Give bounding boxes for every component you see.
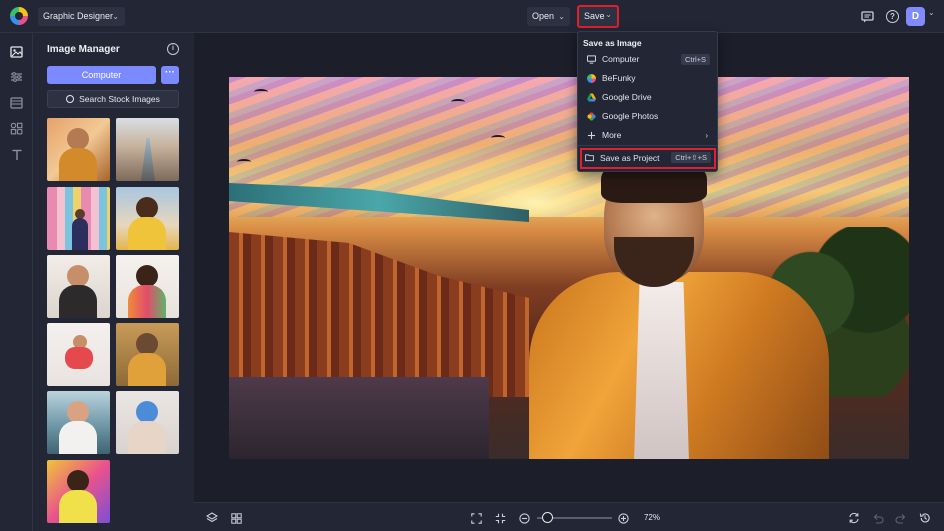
templates-icon[interactable] xyxy=(9,95,24,110)
search-stock-label: Search Stock Images xyxy=(79,94,160,104)
menu-item-label: Google Drive xyxy=(602,92,652,102)
menu-item-label: Google Photos xyxy=(602,111,659,121)
image-thumbnail[interactable] xyxy=(116,255,179,318)
monitor-icon xyxy=(587,55,596,64)
save-to-befunky-item[interactable]: BeFunky xyxy=(582,70,714,87)
image-thumbnail[interactable] xyxy=(116,323,179,386)
image-thumbnail[interactable] xyxy=(47,187,110,250)
fit-screen-icon[interactable] xyxy=(469,511,483,525)
bird xyxy=(491,135,505,141)
user-avatar[interactable]: D xyxy=(906,7,925,26)
image-manager-icon[interactable] xyxy=(9,44,24,59)
menu-item-label: More xyxy=(602,130,622,140)
feedback-icon[interactable] xyxy=(859,8,876,25)
man-tshirt xyxy=(634,282,689,459)
keyboard-shortcut: Ctrl+S xyxy=(680,54,710,65)
google-drive-icon xyxy=(587,93,596,102)
canvas-image[interactable] xyxy=(229,77,909,459)
open-button[interactable]: Open ⌄ xyxy=(527,7,570,26)
tool-rail xyxy=(0,33,33,531)
menu-item-label: Computer xyxy=(602,54,640,64)
image-thumbnail[interactable] xyxy=(116,187,179,250)
canal-water xyxy=(229,377,489,459)
elements-grid-icon[interactable] xyxy=(9,121,24,136)
top-bar: Graphic Designer ⌄ Open ⌄ Save ⌄ ? D ⌄ xyxy=(0,0,944,33)
project-type-dropdown[interactable]: Graphic Designer ⌄ xyxy=(38,7,125,26)
keyboard-shortcut: Ctrl+⇧+S xyxy=(671,152,711,163)
layers-icon[interactable] xyxy=(205,511,219,525)
panel-title: Image Manager xyxy=(47,44,120,55)
actual-size-icon[interactable] xyxy=(493,511,507,525)
save-more-item[interactable]: More › xyxy=(582,127,714,144)
chevron-down-icon: ⌄ xyxy=(605,10,612,19)
folder-icon xyxy=(585,154,594,162)
zoom-slider-handle[interactable] xyxy=(542,512,553,523)
help-icon[interactable]: ? xyxy=(884,8,901,25)
menu-item-label: Save as Project xyxy=(600,153,660,163)
undo-icon[interactable] xyxy=(871,511,885,525)
image-thumbnail[interactable] xyxy=(47,323,110,386)
save-as-project-item[interactable]: Save as Project Ctrl+⇧+S xyxy=(580,148,716,169)
save-as-image-header: Save as Image xyxy=(583,38,642,48)
bird xyxy=(254,89,268,95)
adjust-sliders-icon[interactable] xyxy=(9,69,24,84)
image-thumbnail[interactable] xyxy=(116,118,179,181)
info-icon[interactable]: i xyxy=(167,43,179,55)
redo-icon[interactable] xyxy=(894,511,908,525)
befunky-logo-icon[interactable] xyxy=(10,7,28,25)
grid-view-icon[interactable] xyxy=(229,511,243,525)
befunky-icon xyxy=(587,74,596,83)
save-to-google-photos-item[interactable]: Google Photos xyxy=(582,108,714,125)
menu-item-label: BeFunky xyxy=(602,73,636,83)
app-window: Graphic Designer ⌄ Open ⌄ Save ⌄ ? D ⌄ I… xyxy=(0,0,944,531)
save-dropdown-menu: Save as Image Computer Ctrl+S BeFunky Go… xyxy=(577,31,718,172)
chevron-down-icon[interactable]: ⌄ xyxy=(928,8,935,17)
compare-swap-icon[interactable] xyxy=(847,511,861,525)
image-thumbnail[interactable] xyxy=(116,391,179,454)
zoom-level[interactable]: 72% xyxy=(642,511,660,525)
chevron-down-icon: ⌄ xyxy=(558,12,565,21)
bottom-toolbar: 72% xyxy=(194,502,944,531)
more-options-button[interactable]: ··· xyxy=(161,66,179,84)
image-thumbnail[interactable] xyxy=(47,391,110,454)
text-tool-icon[interactable] xyxy=(9,147,24,162)
image-thumbnail[interactable] xyxy=(47,118,110,181)
chevron-right-icon: › xyxy=(705,131,708,140)
image-manager-panel: Image Manager i Computer ··· Search Stoc… xyxy=(33,33,194,531)
google-photos-icon xyxy=(587,112,596,121)
image-thumbnail[interactable] xyxy=(47,460,110,523)
save-to-google-drive-item[interactable]: Google Drive xyxy=(582,89,714,106)
project-type-label: Graphic Designer xyxy=(43,11,114,21)
bird xyxy=(237,159,251,165)
save-button[interactable]: Save ⌄ xyxy=(577,5,619,28)
zoom-out-icon[interactable] xyxy=(517,511,531,525)
bird xyxy=(451,99,465,105)
save-to-computer-item[interactable]: Computer Ctrl+S xyxy=(582,51,714,68)
search-stock-images-button[interactable]: Search Stock Images xyxy=(47,90,179,108)
open-label: Open xyxy=(532,11,555,21)
zoom-in-icon[interactable] xyxy=(616,511,630,525)
chevron-down-icon: ⌄ xyxy=(112,12,119,21)
save-label: Save xyxy=(584,11,605,21)
plus-icon xyxy=(587,131,596,140)
image-thumbnail[interactable] xyxy=(47,255,110,318)
menu-divider xyxy=(578,145,717,146)
history-icon[interactable] xyxy=(918,511,932,525)
search-icon xyxy=(66,95,75,103)
open-from-computer-button[interactable]: Computer xyxy=(47,66,156,84)
